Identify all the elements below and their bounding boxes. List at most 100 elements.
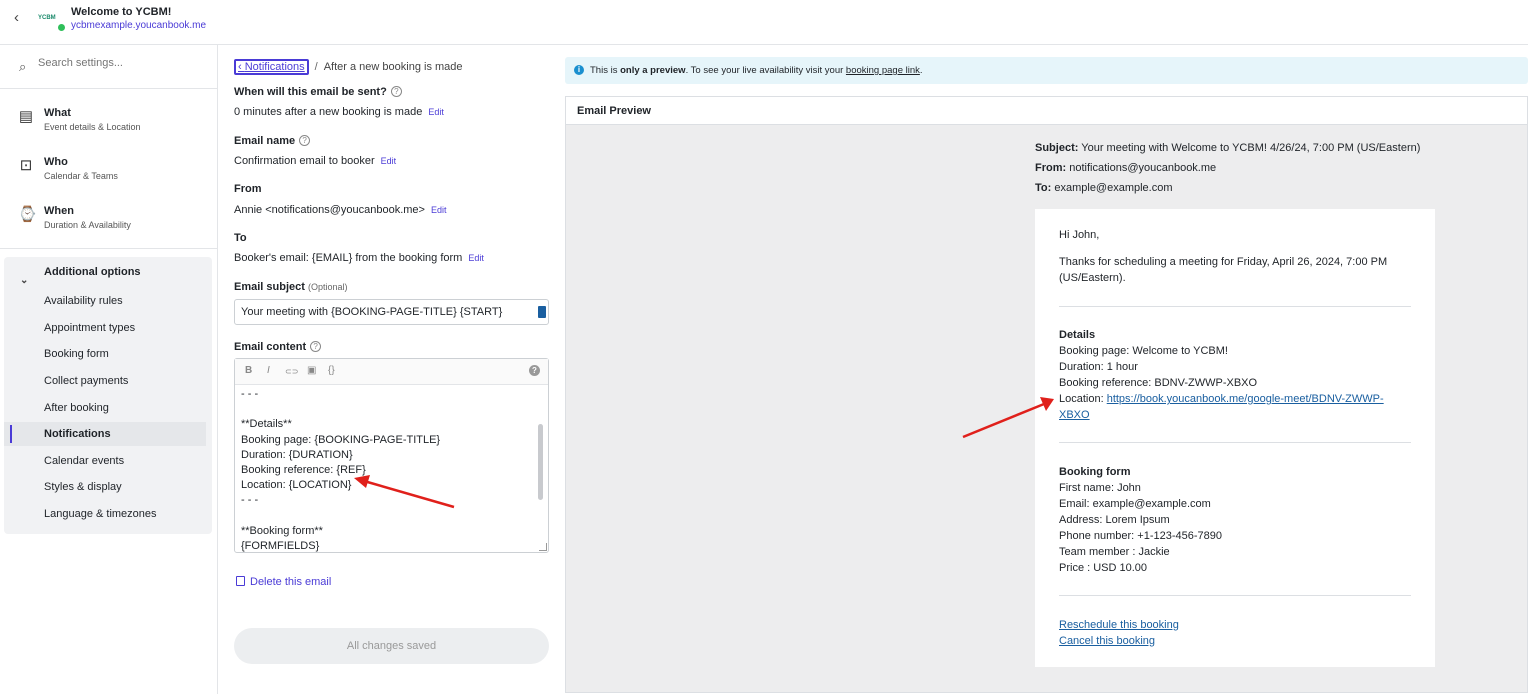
details-section: Details Booking page: Welcome to YCBM! D… <box>1059 327 1419 423</box>
italic-icon[interactable]: I <box>267 365 270 376</box>
preview-area: i This is only a preview. To see your li… <box>565 45 1528 694</box>
sidebar-item-styles-display[interactable]: Styles & display <box>4 475 206 499</box>
search-icon: ⌕ <box>19 59 27 74</box>
subject-input-value: Your meeting with {BOOKING-PAGE-TITLE} {… <box>241 306 503 318</box>
email-name-label-text: Email name <box>234 135 296 147</box>
resize-handle[interactable] <box>539 543 547 551</box>
sidebar-item-booking-form[interactable]: Booking form <box>4 342 206 366</box>
help-icon[interactable]: ? <box>299 135 311 146</box>
additional-options-panel: ⌄ Additional options Availability rules … <box>4 257 212 534</box>
editor-scrollbar[interactable] <box>538 424 543 500</box>
from-value: Annie <notifications@youcanbook.me> Edit <box>234 204 446 216</box>
thanks-line-2: (US/Eastern). <box>1059 272 1126 284</box>
search-bar: ⌕ <box>0 45 217 89</box>
content-label-text: Email content <box>234 341 307 353</box>
email-name-value-text: Confirmation email to booker <box>234 155 375 167</box>
edit-to-button[interactable]: Edit <box>468 253 484 263</box>
sidebar-item-who[interactable]: ⊡ Who Calendar & Teams <box>0 150 217 190</box>
page-title: Welcome to YCBM! <box>71 6 172 18</box>
reschedule-link[interactable]: Reschedule this booking <box>1059 617 1419 633</box>
document-icon: ▤ <box>18 108 34 125</box>
form-field-line: Email: example@example.com <box>1059 498 1211 510</box>
preview-info-banner: i This is only a preview. To see your li… <box>565 57 1528 84</box>
breadcrumb-notifications-link[interactable]: ‹ Notifications <box>234 59 309 75</box>
subject-label-text: Email subject <box>234 281 305 293</box>
help-icon[interactable]: ? <box>390 86 402 97</box>
subject-input[interactable]: Your meeting with {BOOKING-PAGE-TITLE} {… <box>234 299 549 325</box>
to-val: example@example.com <box>1051 182 1173 194</box>
sidebar-item-availability-rules[interactable]: Availability rules <box>4 289 206 313</box>
cancel-link[interactable]: Cancel this booking <box>1059 633 1419 649</box>
sidebar-item-language-timezones[interactable]: Language & timezones <box>4 502 206 526</box>
edit-when-button[interactable]: Edit <box>428 107 444 117</box>
sidebar-item-what[interactable]: ▤ What Event details & Location <box>0 101 217 141</box>
notification-form: ‹ Notifications / After a new booking is m… <box>218 45 564 694</box>
sidebar-item-collect-payments[interactable]: Collect payments <box>4 369 206 393</box>
email-content-editor[interactable]: B I ⊂⊃ ▣ {} ? - - - **Details** Booking … <box>234 358 549 553</box>
additional-options-toggle[interactable]: ⌄ Additional options <box>4 266 212 286</box>
trash-icon <box>236 576 245 586</box>
email-headers: Subject: Your meeting with Welcome to YC… <box>1035 138 1420 198</box>
edit-name-button[interactable]: Edit <box>381 156 397 166</box>
from-value-text: Annie <notifications@youcanbook.me> <box>234 204 425 216</box>
email-from-line: From: notifications@youcanbook.me <box>1035 158 1420 178</box>
details-line: Booking reference: BDNV-ZWWP-XBXO <box>1059 377 1258 389</box>
sidebar-item-when[interactable]: ⌚ When Duration & Availability <box>0 199 217 239</box>
to-key: To: <box>1035 182 1052 194</box>
sidebar-item-label: What <box>44 107 71 119</box>
info-suffix: . <box>919 65 923 76</box>
image-icon[interactable]: ▣ <box>307 365 316 376</box>
details-line: Duration: 1 hour <box>1059 361 1138 373</box>
when-value: 0 minutes after a new booking is made Edi… <box>234 106 444 118</box>
ycbm-logo: YCBM <box>38 12 68 32</box>
booking-form-section: Booking form First name: John Email: exa… <box>1059 464 1419 576</box>
breadcrumb-separator: / <box>314 61 318 73</box>
sidebar-item-sub: Calendar & Teams <box>44 171 118 181</box>
to-value-text: Booker's email: {EMAIL} from the booking… <box>234 252 463 264</box>
edit-from-button[interactable]: Edit <box>431 205 447 215</box>
bold-icon[interactable]: B <box>245 365 252 376</box>
location-link-cont[interactable]: XBXO <box>1059 407 1419 423</box>
sidebar-item-label: Who <box>44 156 68 168</box>
sidebar-item-after-booking[interactable]: After booking <box>4 396 206 420</box>
help-icon[interactable]: ? <box>529 365 540 376</box>
info-prefix: This is <box>590 65 621 76</box>
to-value: Booker's email: {EMAIL} from the booking… <box>234 252 484 264</box>
to-label: To <box>234 232 247 244</box>
top-bar: ‹ YCBM Welcome to YCBM! ycbmexample.youc… <box>0 0 1528 45</box>
divider <box>1059 595 1411 596</box>
email-preview-panel: Email Preview Subject: Your meeting with… <box>565 96 1528 693</box>
code-icon[interactable]: {} <box>328 365 335 376</box>
email-preview-title: Email Preview <box>566 97 1527 125</box>
booking-page-url[interactable]: ycbmexample.youcanbook.me <box>71 20 206 31</box>
help-icon[interactable]: ? <box>310 341 322 352</box>
logo-text: YCBM <box>38 15 56 21</box>
watch-icon: ⌚ <box>18 206 37 223</box>
sidebar-item-appointment-types[interactable]: Appointment types <box>4 316 206 340</box>
details-title: Details <box>1059 329 1096 341</box>
form-field-line: First name: John <box>1059 482 1141 494</box>
chevron-left-icon[interactable]: ‹ <box>14 10 30 26</box>
save-status-button[interactable]: All changes saved <box>234 628 549 664</box>
sidebar: ⌕ ▤ What Event details & Location ⊡ Who … <box>0 45 218 694</box>
content-label: Email content? <box>234 341 322 353</box>
details-line: Booking page: Welcome to YCBM! <box>1059 345 1228 357</box>
booking-page-link[interactable]: booking page link <box>846 65 920 76</box>
sidebar-item-notifications[interactable]: Notifications <box>4 422 206 446</box>
when-label: When will this email be sent?? <box>234 86 402 98</box>
from-label: From <box>234 183 262 195</box>
info-icon: i <box>574 65 584 75</box>
link-icon[interactable]: ⊂⊃ <box>285 367 298 376</box>
delete-email-label: Delete this email <box>250 576 332 588</box>
form-field-line: Phone number: +1-123-456-7890 <box>1059 530 1222 542</box>
email-content-text[interactable]: - - - **Details** Booking page: {BOOKING… <box>241 387 531 554</box>
insert-variable-icon[interactable] <box>538 306 546 318</box>
divider <box>1059 442 1411 443</box>
location-link[interactable]: https://book.youcanbook.me/google-meet/B… <box>1107 393 1384 405</box>
editor-toolbar: B I ⊂⊃ ▣ {} ? <box>235 359 548 385</box>
sidebar-item-calendar-events[interactable]: Calendar events <box>4 449 206 473</box>
location-line: Location: https://book.youcanbook.me/goo… <box>1059 391 1419 407</box>
delete-email-button[interactable]: Delete this email <box>236 576 331 588</box>
info-bold: only a preview <box>620 65 686 76</box>
search-input[interactable] <box>38 57 208 69</box>
